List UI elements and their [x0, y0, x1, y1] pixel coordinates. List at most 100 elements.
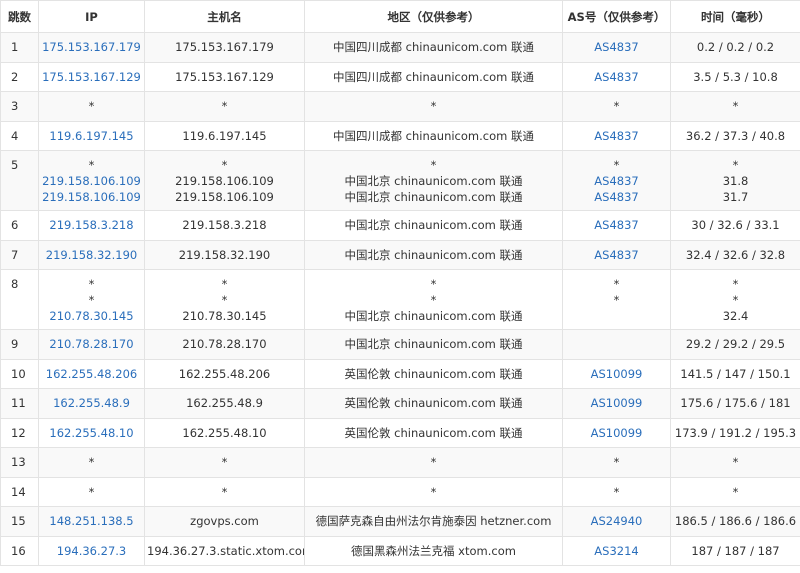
- time-cell: 175.6 / 175.6 / 181: [670, 388, 800, 419]
- host-cell: 175.153.167.129: [144, 61, 305, 92]
- host-value: *: [221, 99, 228, 114]
- hop-cell: 10: [0, 358, 39, 389]
- region-cell: * 中国北京 chinaunicom.com 联通 中国北京 chinaunicom…: [304, 150, 563, 211]
- hop-cell: 6: [0, 210, 39, 241]
- region-cell: *: [304, 476, 563, 507]
- ip-value[interactable]: 219.158.106.109: [41, 189, 142, 205]
- time-value: 141.5 / 147 / 150.1: [680, 366, 791, 381]
- table-row: 3 * * * * *: [0, 91, 800, 122]
- host-value: 162.255.48.10: [182, 425, 267, 440]
- time-cell: 3.5 / 5.3 / 10.8: [670, 61, 800, 92]
- time-value: 31.8: [722, 174, 749, 188]
- as-value[interactable]: AS4837: [565, 173, 668, 189]
- time-value: *: [732, 455, 739, 470]
- ip-cell: * 219.158.106.109 219.158.106.109: [38, 150, 145, 211]
- as-cell: [562, 329, 671, 360]
- ip-cell: *: [38, 476, 145, 507]
- region-cell: 中国四川成都 chinaunicom.com 联通: [304, 32, 563, 63]
- hop-cell: 16: [0, 535, 39, 566]
- region-value: 中国四川成都 chinaunicom.com 联通: [332, 128, 534, 143]
- ip-value[interactable]: 162.255.48.206: [41, 366, 142, 382]
- ip-value[interactable]: 219.158.3.218: [41, 217, 142, 233]
- host-value: 210.78.30.145: [182, 309, 267, 323]
- ip-value[interactable]: 219.158.106.109: [41, 173, 142, 189]
- region-value: *: [430, 99, 437, 114]
- as-cell: AS4837: [562, 210, 671, 241]
- ip-value[interactable]: 175.153.167.179: [41, 39, 142, 55]
- as-cell: AS24940: [562, 506, 671, 537]
- region-value: 中国北京 chinaunicom.com 联通: [344, 309, 523, 323]
- region-value: 中国北京 chinaunicom.com 联通: [344, 247, 523, 262]
- table-row: 12 162.255.48.10 162.255.48.10 英国伦敦 chinaun…: [0, 417, 800, 448]
- ip-cell: *: [38, 447, 145, 478]
- as-cell: AS3214: [562, 535, 671, 566]
- as-value: *: [613, 293, 620, 307]
- table-row: 9 210.78.28.170 210.78.28.170 中国北京 chinauni…: [0, 329, 800, 360]
- table-row: 5 * 219.158.106.109 219.158.106.109 * 219.158…: [0, 150, 800, 211]
- time-cell: 36.2 / 37.3 / 40.8: [670, 120, 800, 151]
- region-value: 中国四川成都 chinaunicom.com 联通: [332, 69, 534, 84]
- host-cell: * 219.158.106.109 219.158.106.109: [144, 150, 305, 211]
- hop-cell: 13: [0, 447, 39, 478]
- host-value: *: [221, 277, 228, 291]
- ip-value[interactable]: 210.78.30.145: [41, 308, 142, 324]
- ip-value[interactable]: 162.255.48.10: [41, 425, 142, 441]
- region-cell: 英国伦敦 chinaunicom.com 联通: [304, 417, 563, 448]
- ip-value[interactable]: 219.158.32.190: [41, 247, 142, 263]
- ip-value[interactable]: 119.6.197.145: [41, 128, 142, 144]
- ip-cell: 219.158.32.190: [38, 239, 145, 270]
- time-cell: 0.2 / 0.2 / 0.2: [670, 32, 800, 63]
- host-cell: *: [144, 447, 305, 478]
- ip-value[interactable]: 210.78.28.170: [41, 336, 142, 352]
- as-value: [565, 308, 668, 324]
- as-value: [565, 336, 668, 352]
- as-value[interactable]: AS4837: [565, 39, 668, 55]
- as-value[interactable]: AS4837: [565, 189, 668, 205]
- region-value: *: [430, 277, 437, 291]
- region-value: 中国北京 chinaunicom.com 联通: [344, 174, 523, 188]
- as-value[interactable]: AS10099: [565, 425, 668, 441]
- ip-cell: 194.36.27.3: [38, 535, 145, 566]
- region-cell: 德国黑森州法兰克福 xtom.com: [304, 535, 563, 566]
- ip-value[interactable]: 148.251.138.5: [41, 513, 142, 529]
- time-cell: 32.4 / 32.6 / 32.8: [670, 239, 800, 270]
- hop-cell: 2: [0, 61, 39, 92]
- as-value[interactable]: AS4837: [565, 69, 668, 85]
- host-cell: zgovps.com: [144, 506, 305, 537]
- as-cell: AS10099: [562, 358, 671, 389]
- ip-value[interactable]: 175.153.167.129: [41, 69, 142, 85]
- region-cell: 中国四川成都 chinaunicom.com 联通: [304, 120, 563, 151]
- ip-cell: 119.6.197.145: [38, 120, 145, 151]
- ip-value[interactable]: 162.255.48.9: [41, 395, 142, 411]
- as-cell: AS10099: [562, 417, 671, 448]
- ip-value[interactable]: 194.36.27.3: [41, 543, 142, 559]
- host-value: *: [221, 293, 228, 307]
- region-value: 英国伦敦 chinaunicom.com 联通: [344, 425, 523, 440]
- region-value: *: [430, 293, 437, 307]
- region-cell: 中国四川成都 chinaunicom.com 联通: [304, 61, 563, 92]
- time-cell: 29.2 / 29.2 / 29.5: [670, 329, 800, 360]
- as-value[interactable]: AS3214: [565, 543, 668, 559]
- host-cell: 219.158.3.218: [144, 210, 305, 241]
- region-cell: 德国萨克森自由州法尔肯施泰因 hetzner.com: [304, 506, 563, 537]
- as-value[interactable]: AS4837: [565, 217, 668, 233]
- ip-value: *: [88, 277, 95, 291]
- as-value: *: [613, 99, 620, 114]
- as-value[interactable]: AS4837: [565, 128, 668, 144]
- region-value: 德国黑森州法兰克福 xtom.com: [351, 543, 516, 558]
- time-value: 0.2 / 0.2 / 0.2: [696, 40, 775, 55]
- as-cell: * *: [562, 269, 671, 330]
- host-value: 162.255.48.206: [178, 366, 271, 381]
- as-value[interactable]: AS10099: [565, 366, 668, 382]
- hop-cell: 3: [0, 91, 39, 122]
- as-value[interactable]: AS10099: [565, 395, 668, 411]
- header-region: 地区（仅供参考）: [304, 0, 563, 33]
- as-value[interactable]: AS4837: [565, 247, 668, 263]
- region-cell: *: [304, 447, 563, 478]
- host-value: 210.78.28.170: [182, 337, 267, 352]
- table-row: 14 * * * * *: [0, 476, 800, 507]
- ip-value: *: [88, 158, 95, 172]
- as-value[interactable]: AS24940: [565, 513, 668, 529]
- time-cell: 173.9 / 191.2 / 195.3: [670, 417, 800, 448]
- ip-cell: 162.255.48.9: [38, 388, 145, 419]
